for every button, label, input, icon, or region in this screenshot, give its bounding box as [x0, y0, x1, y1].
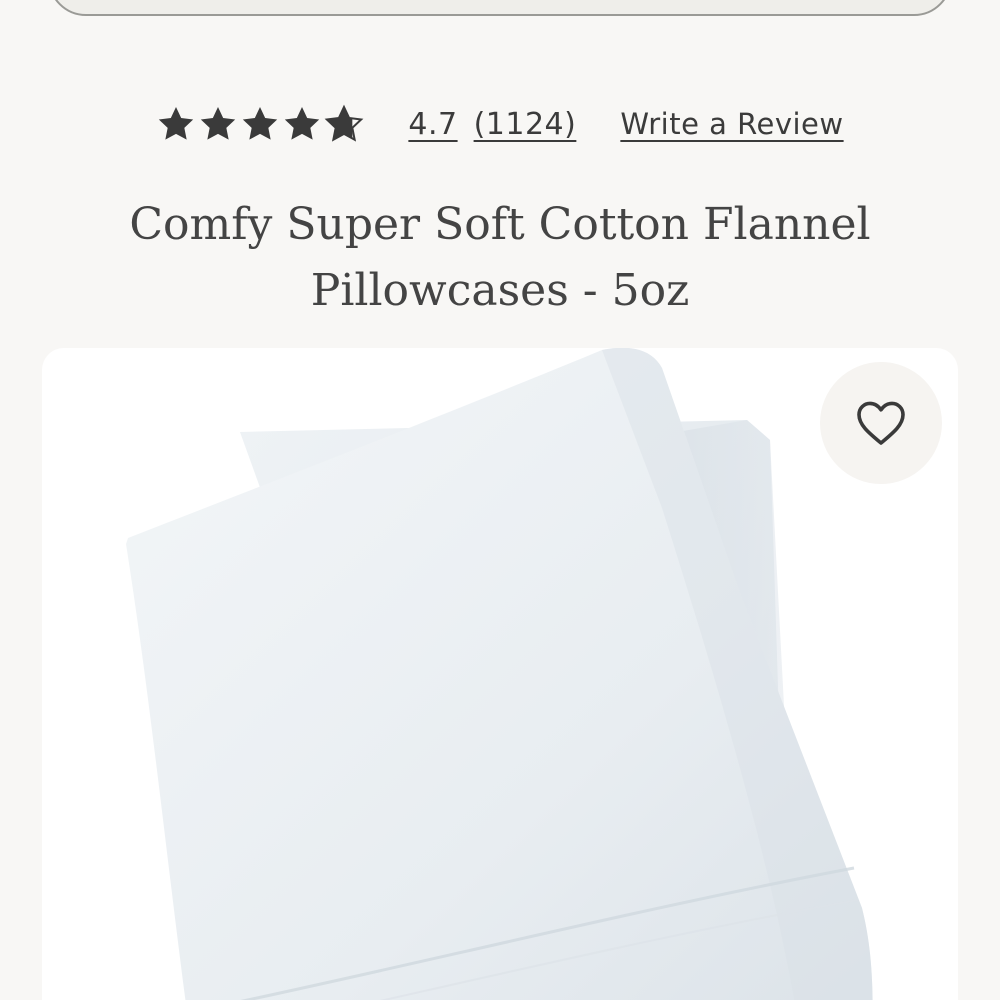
rating-row: 4.7 (1124) Write a Review [0, 98, 1000, 150]
heart-icon [857, 401, 905, 445]
star-rating [156, 104, 364, 144]
rating-value-link[interactable]: 4.7 [408, 107, 457, 142]
star-icon [243, 107, 278, 140]
product-image-card[interactable] [42, 348, 958, 1000]
star-icon [159, 107, 194, 140]
product-page: 4.7 (1124) Write a Review Comfy Super So… [0, 0, 1000, 1000]
star-icon [201, 107, 236, 140]
product-image [126, 348, 873, 1000]
product-title: Comfy Super Soft Cotton Flannel Pillowca… [129, 199, 871, 316]
write-review-link[interactable]: Write a Review [620, 107, 843, 141]
review-count-link[interactable]: (1124) [474, 107, 577, 142]
favorite-button[interactable] [820, 362, 942, 484]
search-bar[interactable] [48, 0, 952, 16]
partial-star-icon [324, 104, 364, 142]
star-icon [285, 107, 320, 140]
